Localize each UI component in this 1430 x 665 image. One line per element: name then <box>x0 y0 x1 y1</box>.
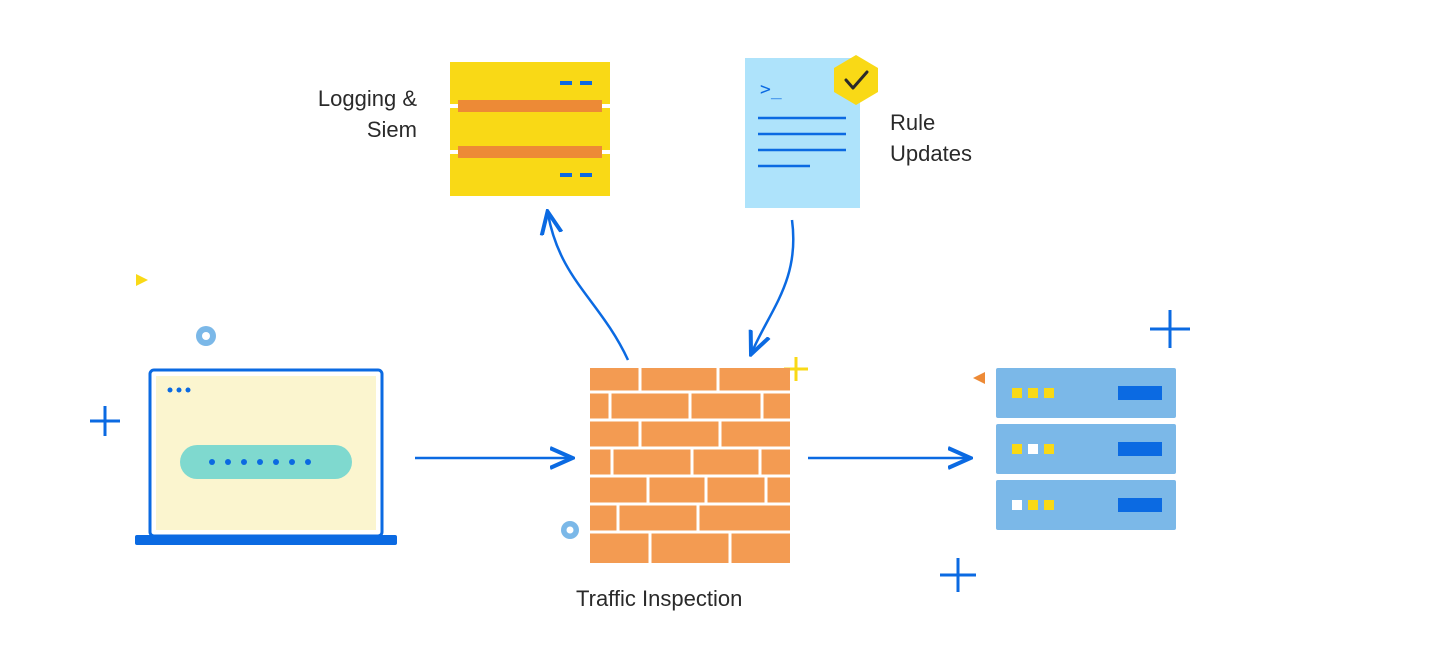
sparkle-plus-icon <box>90 406 120 436</box>
gear-icon <box>196 326 216 346</box>
triangle-icon <box>136 274 148 286</box>
arrow-rules-to-firewall <box>752 220 793 352</box>
laptop-icon <box>135 370 397 545</box>
server-rack-icon <box>996 368 1176 530</box>
storage-icon <box>450 62 610 196</box>
sparkle-plus-icon <box>1150 310 1190 348</box>
gear-icon <box>561 521 579 539</box>
document-icon: >_ <box>745 55 878 208</box>
sparkle-plus-icon <box>940 558 976 592</box>
network-diagram: >_ <box>0 0 1430 665</box>
triangle-icon <box>973 372 985 384</box>
arrow-firewall-to-logging <box>548 214 628 360</box>
firewall-icon <box>590 368 790 563</box>
svg-text:>_: >_ <box>760 79 782 100</box>
